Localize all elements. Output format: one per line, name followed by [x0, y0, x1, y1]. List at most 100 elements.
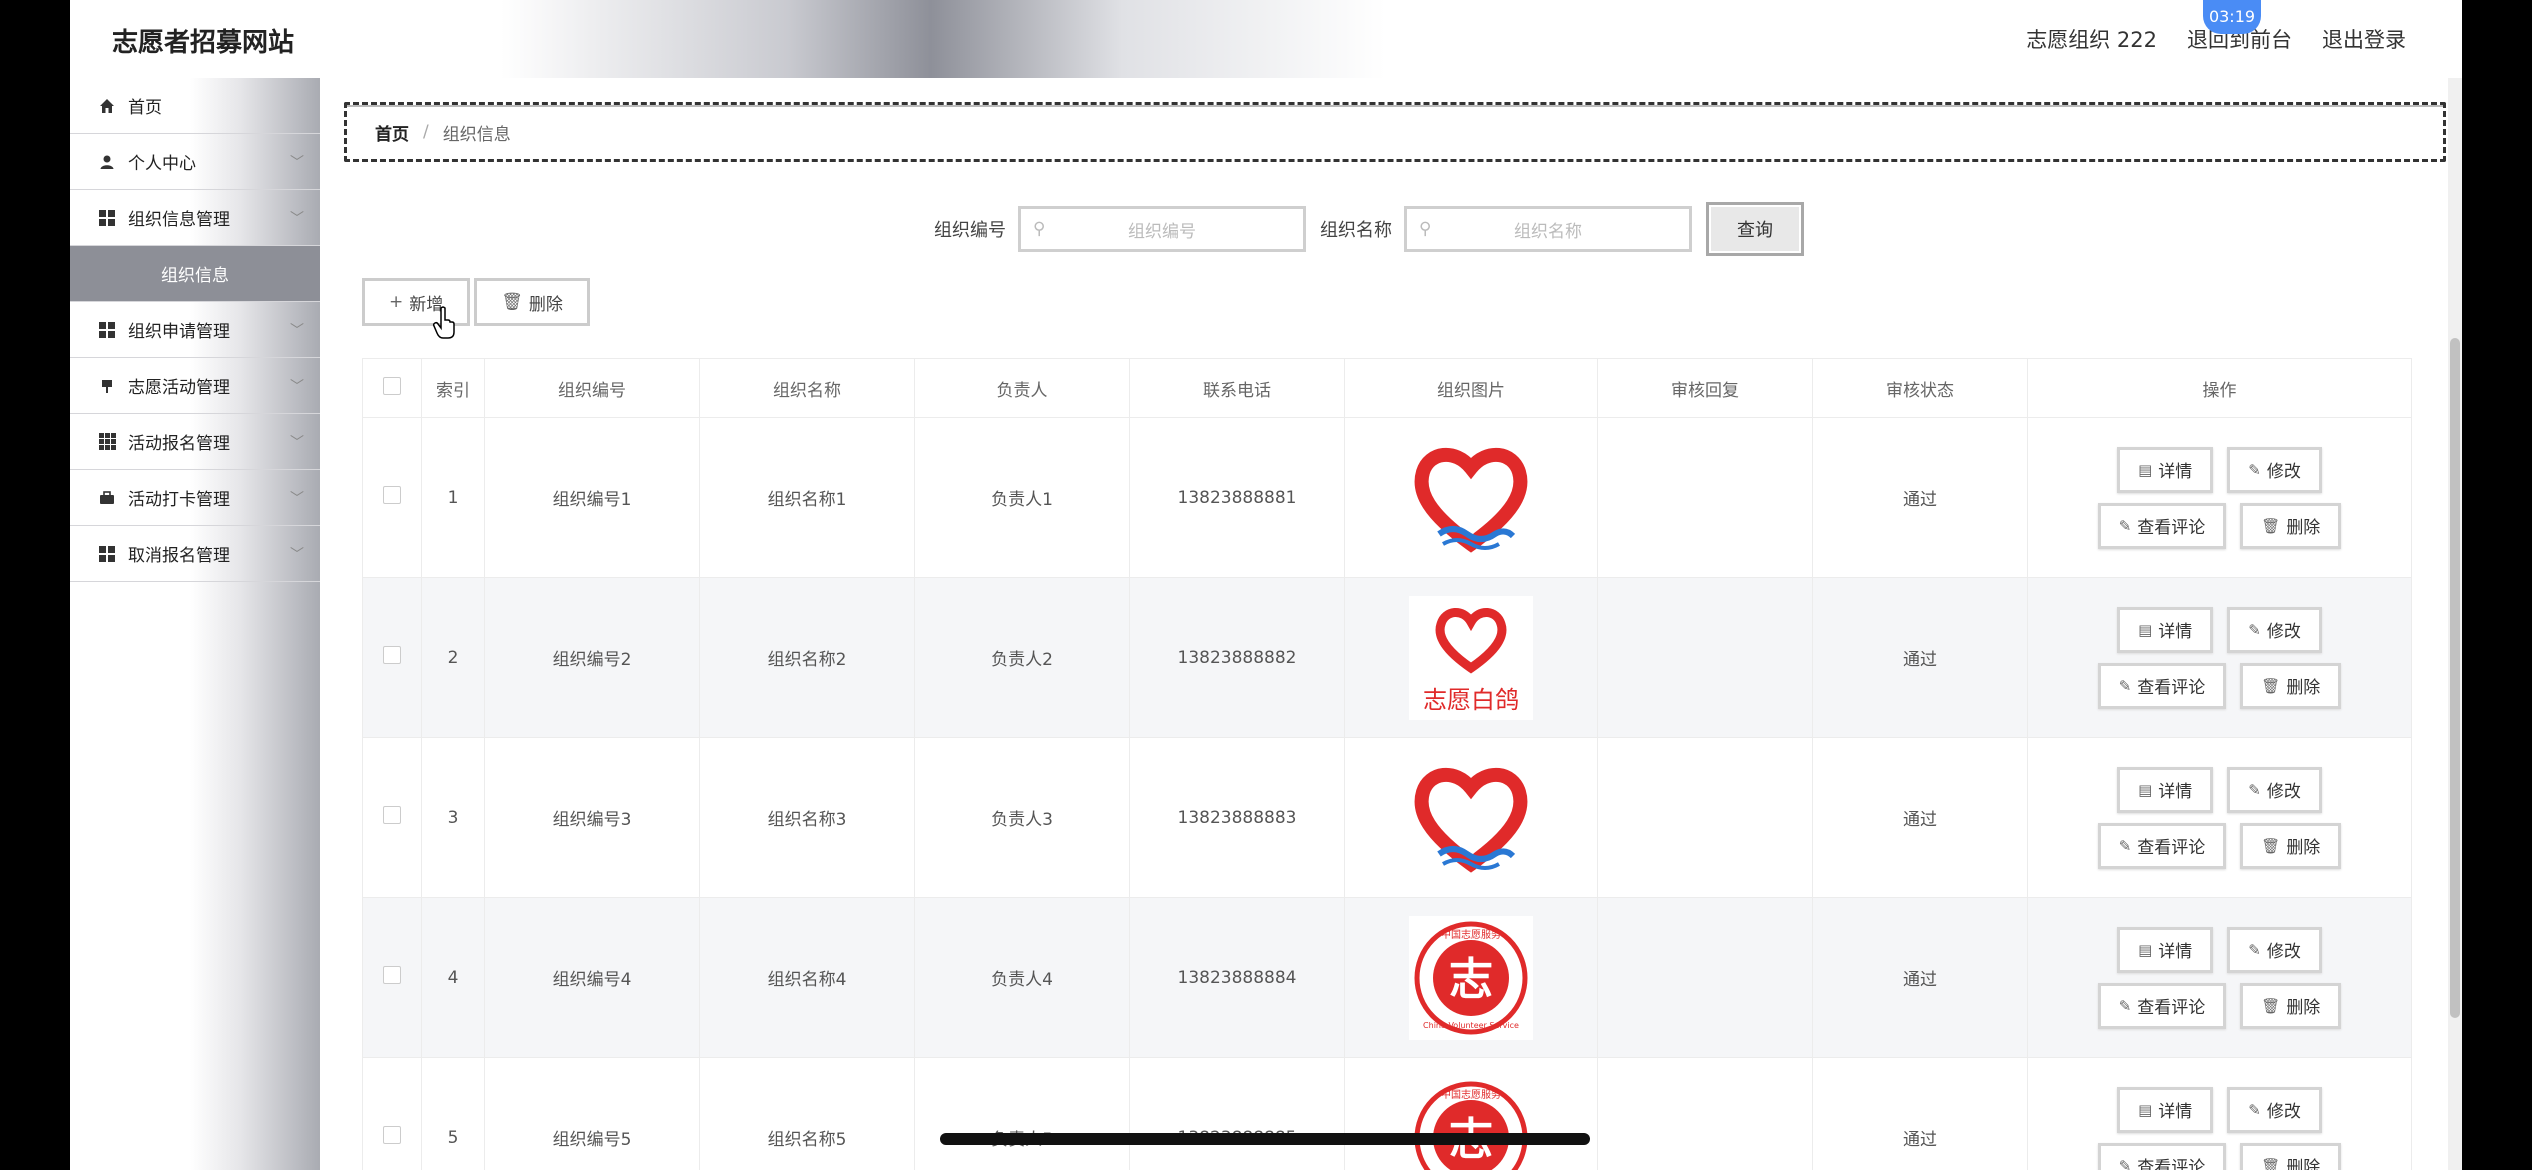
edit-button[interactable]: ✎ 修改 — [2227, 446, 2322, 493]
delete-label: 删除 — [2286, 998, 2321, 1018]
sidebar-item-signup[interactable]: 活动报名管理 ﹀ — [70, 414, 320, 470]
sidebar-item-activity[interactable]: 志愿活动管理 ﹀ — [70, 358, 320, 414]
row-checkbox[interactable] — [383, 966, 401, 984]
row-actions-bottom: ✎ 查看评论 🗑 删除 — [2097, 502, 2342, 549]
sidebar-item-label: 活动报名管理 — [128, 434, 230, 454]
sidebar-item-label: 取消报名管理 — [128, 546, 230, 566]
row-delete-button[interactable]: 🗑 删除 — [2240, 1142, 2342, 1170]
trash-icon: 🗑 — [2261, 836, 2281, 855]
sidebar-item-label: 活动打卡管理 — [128, 490, 230, 510]
chevron-down-icon: ﹀ — [290, 155, 304, 171]
pencil-icon: ✎ — [2248, 620, 2261, 639]
batch-delete-button[interactable]: 🗑 删除 — [474, 278, 590, 326]
delete-button-label: 删除 — [528, 294, 563, 315]
row-actions-top: ▤ 详情 ✎ 修改 — [2117, 446, 2322, 493]
view-comments-button[interactable]: ✎ 查看评论 — [2097, 1142, 2227, 1170]
index-cell: 3 — [421, 737, 485, 898]
edit-button[interactable]: ✎ 修改 — [2227, 1086, 2322, 1133]
edit-button[interactable]: ✎ 修改 — [2227, 926, 2322, 973]
sidebar-item-label: 志愿活动管理 — [128, 378, 230, 398]
sidebar-item-label: 个人中心 — [128, 154, 196, 174]
org-no-cell: 组织编号1 — [484, 417, 700, 578]
sidebar-subitem-org-info[interactable]: 组织信息 — [70, 246, 320, 302]
edit-button[interactable]: ✎ 修改 — [2227, 606, 2322, 653]
org-name-cell: 组织名称3 — [699, 737, 915, 898]
operations-cell: ▤ 详情 ✎ 修改 ✎ 查看评论 🗑 删除 — [2027, 897, 2412, 1058]
table-row: 5组织编号5组织名称5负责人513823888885 志中国志愿服务China V… — [362, 1057, 2412, 1170]
sidebar-item-profile[interactable]: 个人中心 ﹀ — [70, 134, 320, 190]
chevron-down-icon: ﹀ — [290, 323, 304, 339]
comments-label: 查看评论 — [2137, 518, 2206, 538]
org-name-label: 组织名称 — [1320, 220, 1392, 241]
column-header: 联系电话 — [1129, 358, 1345, 418]
view-comments-button[interactable]: ✎ 查看评论 — [2097, 502, 2227, 549]
review-reply-cell — [1597, 897, 1813, 1058]
operations-cell: ▤ 详情 ✎ 修改 ✎ 查看评论 🗑 删除 — [2027, 577, 2412, 738]
row-actions-top: ▤ 详情 ✎ 修改 — [2117, 606, 2322, 653]
row-checkbox[interactable] — [383, 486, 401, 504]
scrollbar-thumb[interactable] — [2450, 338, 2460, 1018]
svg-text:志愿白鸽: 志愿白鸽 — [1423, 686, 1519, 714]
detail-button[interactable]: ▤ 详情 — [2117, 606, 2214, 653]
leader-cell: 负责人1 — [914, 417, 1130, 578]
volunteer-seal-logo-icon: 志中国志愿服务China Volunteer Service — [1409, 1075, 1533, 1170]
vertical-scrollbar[interactable] — [2448, 78, 2462, 1170]
org-no-cell: 组织编号3 — [484, 737, 700, 898]
edit-label: 修改 — [2266, 942, 2301, 962]
row-checkbox[interactable] — [383, 806, 401, 824]
row-actions-bottom: ✎ 查看评论 🗑 删除 — [2097, 822, 2342, 869]
edit-button[interactable]: ✎ 修改 — [2227, 766, 2322, 813]
row-checkbox[interactable] — [383, 646, 401, 664]
sidebar-item-org-info[interactable]: 组织信息管理 ﹀ — [70, 190, 320, 246]
row-delete-button[interactable]: 🗑 删除 — [2240, 822, 2342, 869]
sidebar-item-checkin[interactable]: 活动打卡管理 ﹀ — [70, 470, 320, 526]
document-icon: ▤ — [2138, 460, 2153, 479]
org-image-cell — [1344, 737, 1598, 898]
org-name-cell: 组织名称5 — [699, 1057, 915, 1170]
sidebar-item-home[interactable]: 首页 — [70, 78, 320, 134]
logout-link[interactable]: 退出登录 — [2322, 24, 2406, 54]
detail-button[interactable]: ▤ 详情 — [2117, 926, 2214, 973]
phone-cell: 13823888884 — [1129, 897, 1345, 1058]
main-content: 首页 / 组织信息 组织编号 ⚲ 组织编号 组织名称 ⚲ 组织名称 查询 + 新… — [320, 78, 2462, 1170]
row-delete-button[interactable]: 🗑 删除 — [2240, 982, 2342, 1029]
org-image-cell — [1344, 417, 1598, 578]
breadcrumb-home[interactable]: 首页 — [375, 120, 409, 145]
edit-label: 修改 — [2266, 782, 2301, 802]
sidebar-item-org-apply[interactable]: 组织申请管理 ﹀ — [70, 302, 320, 358]
view-comments-button[interactable]: ✎ 查看评论 — [2097, 822, 2227, 869]
index-cell: 4 — [421, 897, 485, 1058]
chevron-down-icon: ﹀ — [290, 211, 304, 227]
grid-icon — [98, 545, 116, 563]
query-button[interactable]: 查询 — [1706, 202, 1804, 256]
column-header: 组织编号 — [484, 358, 700, 418]
column-header: 审核回复 — [1597, 358, 1813, 418]
detail-button[interactable]: ▤ 详情 — [2117, 766, 2214, 813]
org-no-input[interactable]: ⚲ 组织编号 — [1018, 206, 1306, 252]
detail-label: 详情 — [2158, 622, 2193, 642]
select-all-checkbox[interactable] — [383, 376, 401, 395]
review-reply-cell — [1597, 737, 1813, 898]
org-image-cell: 志 中国志愿服务 China Volunteer Service — [1344, 897, 1598, 1058]
org-name-cell: 组织名称2 — [699, 577, 915, 738]
phone-cell: 13823888882 — [1129, 577, 1345, 738]
row-delete-button[interactable]: 🗑 删除 — [2240, 662, 2342, 709]
row-checkbox[interactable] — [383, 1126, 401, 1144]
review-status-cell: 通过 — [1812, 897, 2028, 1058]
home-indicator[interactable] — [940, 1133, 1590, 1145]
view-comments-button[interactable]: ✎ 查看评论 — [2097, 982, 2227, 1029]
view-comments-button[interactable]: ✎ 查看评论 — [2097, 662, 2227, 709]
review-status-cell: 通过 — [1812, 417, 2028, 578]
search-icon: ⚲ — [1419, 219, 1432, 239]
detail-button[interactable]: ▤ 详情 — [2117, 1086, 2214, 1133]
pencil-icon: ✎ — [2248, 1100, 2261, 1119]
pencil-icon: ✎ — [2118, 1156, 2132, 1170]
detail-button[interactable]: ▤ 详情 — [2117, 446, 2214, 493]
delete-label: 删除 — [2286, 678, 2321, 698]
chevron-down-icon: ﹀ — [290, 547, 304, 563]
phone-cell: 13823888881 — [1129, 417, 1345, 578]
review-status-cell: 通过 — [1812, 577, 2028, 738]
sidebar-item-cancel[interactable]: 取消报名管理 ﹀ — [70, 526, 320, 582]
org-name-input[interactable]: ⚲ 组织名称 — [1404, 206, 1692, 252]
row-delete-button[interactable]: 🗑 删除 — [2240, 502, 2342, 549]
